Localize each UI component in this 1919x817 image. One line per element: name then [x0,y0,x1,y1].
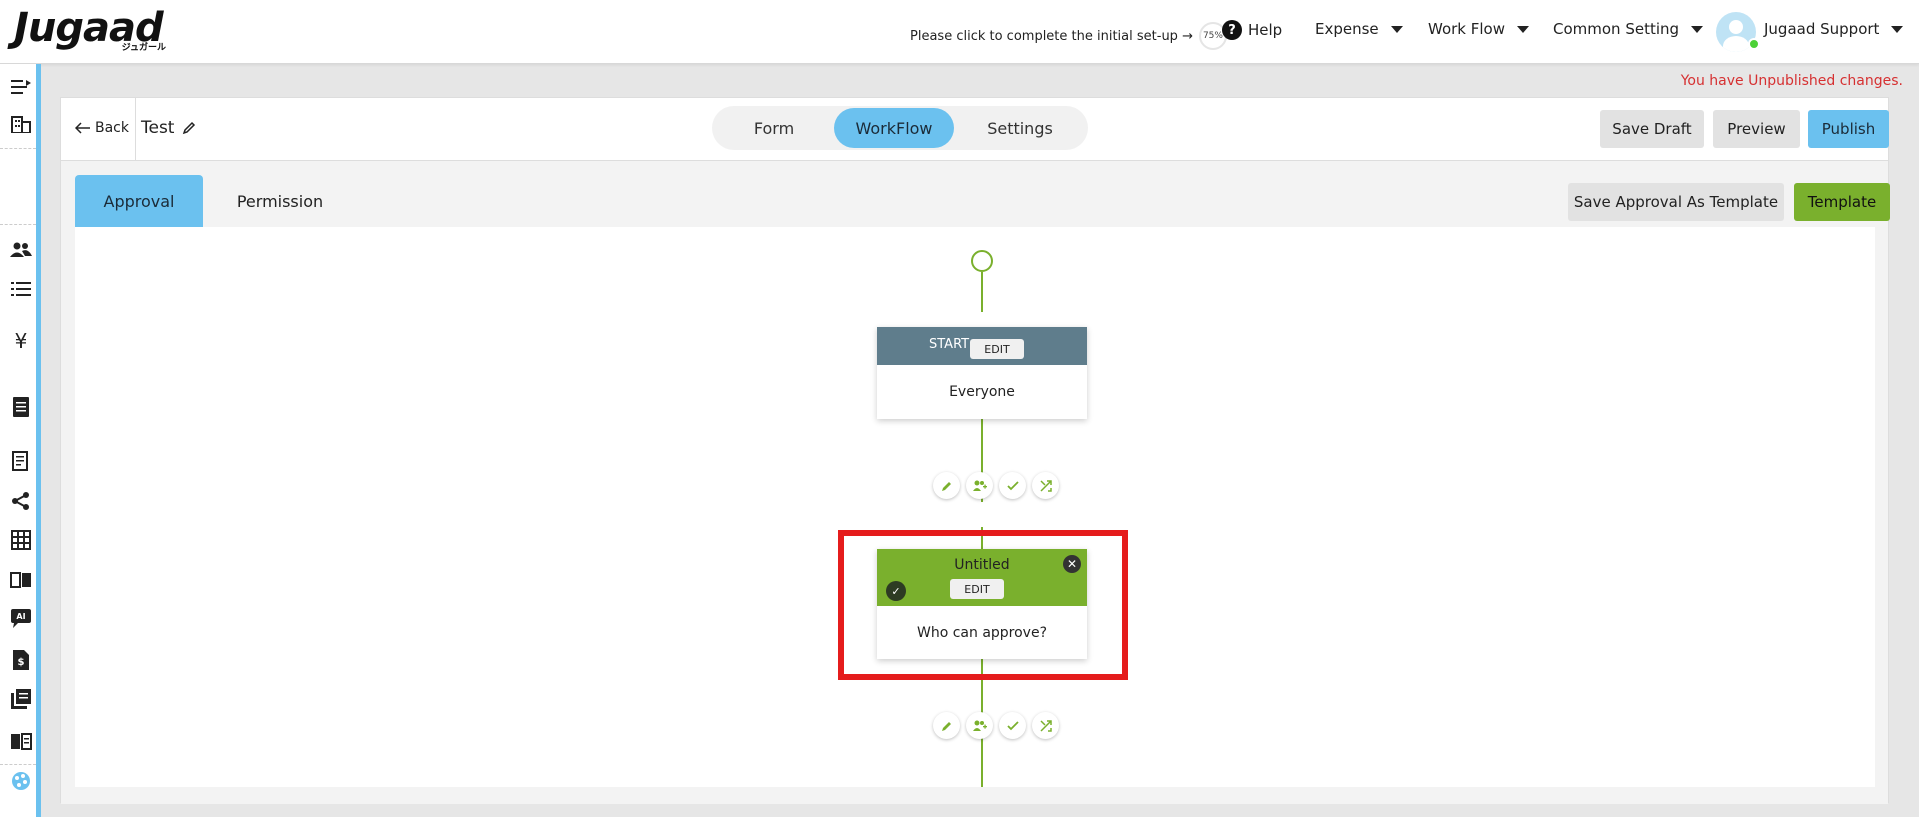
palette-icon[interactable] [10,770,32,792]
building-icon[interactable] [10,113,32,135]
chevron-down-icon [1891,25,1904,33]
nav-expense[interactable]: Expense [1315,20,1403,38]
app-logo[interactable]: Jugaad ジュガール [14,5,174,54]
start-node[interactable]: START EDIT Everyone [877,327,1087,419]
nav-common-setting-label: Common Setting [1553,20,1680,38]
save-draft-button[interactable]: Save Draft [1600,110,1704,148]
preview-button[interactable]: Preview [1713,110,1800,148]
sidebar-toggle-icon[interactable] [10,76,32,98]
manual-book-icon[interactable] [10,730,32,752]
start-node-edit-button[interactable]: EDIT [970,339,1024,359]
avatar-body [1723,36,1749,52]
tab-settings[interactable]: Settings [954,108,1086,148]
add-approver-icon[interactable] [966,472,993,499]
tab-workflow[interactable]: WorkFlow [834,108,954,148]
book-open-icon[interactable] [10,569,32,591]
help-link[interactable]: ? Help [1222,20,1282,40]
chevron-down-icon [1517,25,1529,33]
add-approver-icon[interactable] [966,712,993,739]
publish-button[interactable]: Publish [1808,110,1889,148]
workflow-editor-panel: Back Test Form WorkFlow Settings Save Dr… [60,97,1890,804]
document-title[interactable]: Test [141,118,196,138]
check-icon[interactable] [999,472,1026,499]
top-header: Jugaad ジュガール Please click to complete th… [0,0,1919,64]
initial-setup-link[interactable]: Please click to complete the initial set… [910,22,1227,50]
arrow-left-icon [75,122,90,134]
edit-pencil-icon[interactable] [933,712,960,739]
tab-permission[interactable]: Permission [216,175,344,227]
toolbar-divider [135,98,136,161]
nav-work-flow-label: Work Flow [1428,20,1505,38]
start-node-title: START [929,337,970,352]
left-sidebar: ¥ AI $ [0,64,41,817]
user-name: Jugaad Support [1764,20,1880,38]
tab-form[interactable]: Form [714,108,834,148]
flow-connector [981,272,983,312]
check-icon[interactable] [999,712,1026,739]
svg-text:AI: AI [16,612,25,621]
invoice-dollar-icon[interactable]: $ [10,649,32,671]
workflow-canvas: START EDIT Everyone Untitled ✕ ✓ EDIT Wh… [75,227,1875,787]
template-button[interactable]: Template [1794,183,1890,221]
branch-shuffle-icon[interactable] [1032,472,1059,499]
nav-work-flow[interactable]: Work Flow [1428,20,1529,38]
back-button[interactable]: Back [75,120,129,136]
editor-mode-tabs: Form WorkFlow Settings [712,106,1088,150]
share-icon[interactable] [10,490,32,512]
editor-toolbar: Back Test Form WorkFlow Settings Save Dr… [61,98,1889,161]
library-icon[interactable] [10,688,32,710]
setup-text: Please click to complete the initial set… [910,28,1193,44]
pencil-icon [183,121,196,135]
node-action-row [933,472,1059,499]
grid-icon[interactable] [10,529,32,551]
sidebar-divider [0,764,36,765]
svg-text:$: $ [18,657,25,668]
flow-start-circle [971,250,993,272]
back-label: Back [95,120,129,136]
workflow-subpanel: Approval Permission Save Approval As Tem… [61,161,1890,804]
document-title-text: Test [141,118,175,138]
sidebar-divider [0,148,36,149]
document-icon[interactable] [10,396,32,418]
branch-shuffle-icon[interactable] [1032,712,1059,739]
help-label: Help [1248,21,1283,39]
user-menu[interactable]: Jugaad Support [1764,20,1904,38]
receipt-icon[interactable] [10,450,32,472]
help-icon: ? [1222,20,1242,40]
start-node-header: START EDIT [877,327,1087,365]
avatar-head [1729,20,1743,34]
tab-approval[interactable]: Approval [75,175,203,227]
chevron-down-icon [1390,25,1403,33]
nav-expense-label: Expense [1315,20,1379,38]
logo-subtext: ジュガール [121,43,166,53]
chevron-down-icon [1691,25,1704,33]
save-approval-template-button[interactable]: Save Approval As Template [1568,183,1784,221]
node-action-row [933,712,1059,739]
highlight-box [838,530,1128,680]
online-status-dot [1748,38,1760,50]
users-icon[interactable] [10,239,32,261]
sidebar-divider [0,224,36,225]
ai-chat-icon[interactable]: AI [10,608,32,630]
unpublished-notice: You have Unpublished changes. [1680,73,1903,89]
yen-icon[interactable]: ¥ [10,329,32,353]
list-icon[interactable] [10,278,32,300]
nav-common-setting[interactable]: Common Setting [1553,20,1704,38]
start-node-body: Everyone [949,384,1015,400]
edit-pencil-icon[interactable] [933,472,960,499]
